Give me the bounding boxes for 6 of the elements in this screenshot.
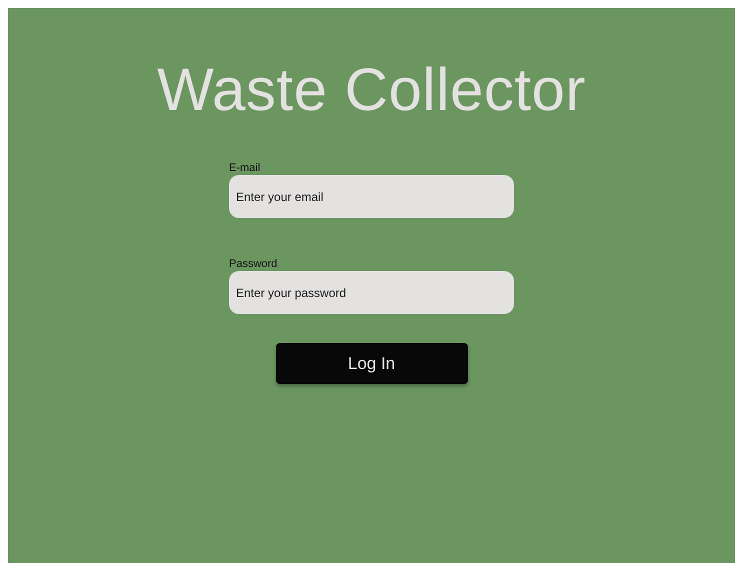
field-label: E-mail	[229, 162, 262, 175]
log-in-button[interactable]: Log In	[276, 343, 468, 384]
app-title: Waste Collector	[157, 58, 586, 122]
input-field[interactable]: Enter your email	[229, 175, 514, 218]
input-field[interactable]: Enter your password	[229, 271, 514, 314]
field-label: Password	[229, 258, 278, 271]
